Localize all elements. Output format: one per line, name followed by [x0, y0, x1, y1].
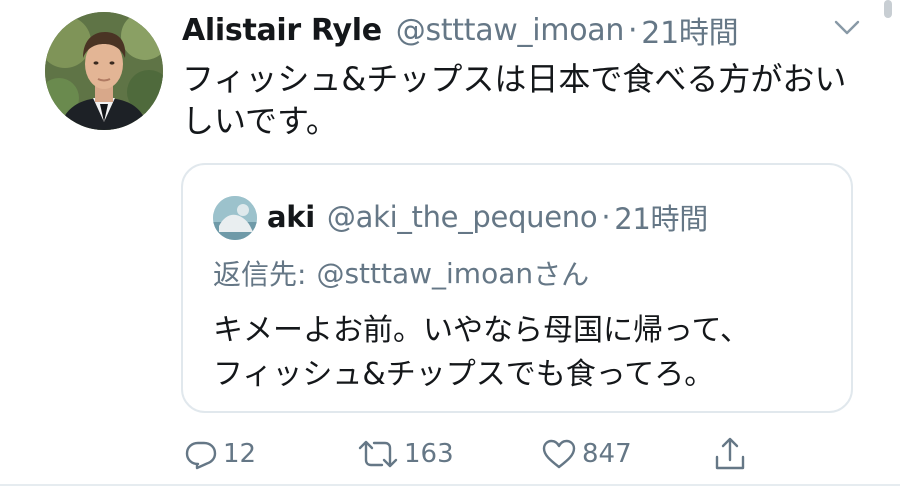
author-handle[interactable]: @stttaw_imoan	[396, 13, 625, 48]
quoted-text-line-1: キメーよお前。いやなら母国に帰って、	[213, 313, 750, 348]
scrollbar[interactable]	[884, 0, 892, 18]
tweet-text: フィッシュ&チップスは日本で食べる方がおいしいです。	[182, 60, 847, 140]
tweet-divider	[0, 484, 900, 486]
quoted-tweet-text: キメーよお前。いやなら母国に帰って、 フィッシュ&チップスでも食ってろ。	[213, 309, 813, 397]
quoted-author-handle[interactable]: @aki_the_pequeno	[327, 200, 598, 234]
reply-context: 返信先: @stttaw_imoan さん	[213, 253, 589, 293]
tweet-timestamp[interactable]: 21時間	[641, 8, 738, 52]
heart-icon	[542, 439, 576, 469]
quoted-author-name[interactable]: aki	[267, 200, 315, 234]
like-button[interactable]: 847	[540, 432, 632, 476]
tweet[interactable]: Alistair Ryle @stttaw_imoan · 21時間 フィッシュ…	[0, 0, 900, 489]
reply-button[interactable]: 12	[183, 432, 256, 476]
reply-count: 12	[223, 439, 257, 469]
quoted-author-avatar[interactable]	[213, 196, 257, 240]
reply-prefix: 返信先:	[213, 258, 307, 291]
quoted-separator-dot: ·	[601, 200, 611, 234]
share-icon	[715, 437, 745, 470]
like-count: 847	[582, 439, 632, 469]
quoted-tweet[interactable]: aki @aki_the_pequeno · 21時間 返信先: @stttaw…	[181, 163, 853, 413]
separator-dot: ·	[628, 12, 638, 48]
quoted-tweet-timestamp[interactable]: 21時間	[614, 196, 708, 238]
author-name[interactable]: Alistair Ryle	[182, 13, 382, 48]
quoted-tweet-header: aki @aki_the_pequeno · 21時間	[267, 195, 708, 239]
tweet-actions: 12 163 847	[0, 432, 900, 476]
tweet-header: Alistair Ryle @stttaw_imoan · 21時間	[182, 8, 739, 52]
reply-handle[interactable]: @stttaw_imoan	[316, 257, 533, 290]
retweet-count: 163	[404, 439, 454, 469]
author-avatar-image	[45, 12, 163, 130]
chevron-down-icon[interactable]	[832, 16, 862, 38]
author-avatar[interactable]	[45, 12, 163, 130]
retweet-button[interactable]: 163	[356, 432, 454, 476]
reply-suffix: さん	[533, 258, 590, 291]
share-button[interactable]	[712, 432, 748, 476]
reply-icon	[185, 441, 217, 470]
quoted-avatar-image	[213, 196, 257, 240]
retweet-icon	[358, 440, 398, 468]
quoted-text-line-2: フィッシュ&チップスでも食ってろ。	[213, 357, 715, 392]
